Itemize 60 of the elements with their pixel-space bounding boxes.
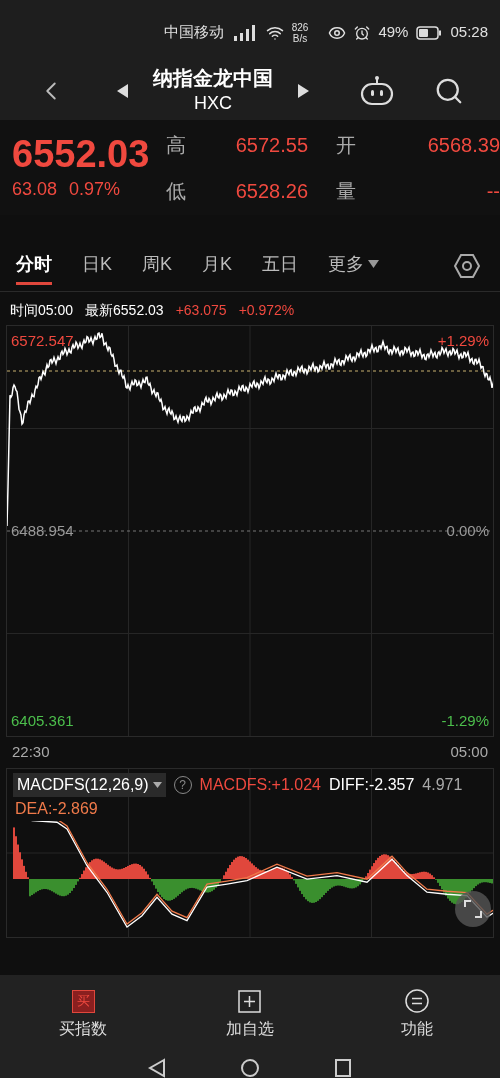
caret-icon (152, 781, 162, 788)
index-title: 纳指金龙中国 (153, 65, 273, 91)
add-icon (238, 989, 262, 1013)
stat-label: 量 (335, 178, 357, 204)
diff-value: DIFF:-2.357 (329, 774, 415, 795)
menu-icon (404, 989, 429, 1013)
axis-low-value: 6405.361 (11, 710, 74, 731)
network-speed-unit: B/s (292, 32, 308, 44)
latest-price: 最新6552.03 (85, 301, 164, 320)
chart-tab[interactable]: 分时 (16, 246, 52, 285)
stat-value: 6568.39 (426, 132, 500, 158)
previous-icon[interactable] (117, 83, 129, 98)
axis-end-time: 05:00 (450, 742, 488, 762)
carrier-name: 中国移动 (163, 22, 224, 43)
change-value: +63.075 (175, 301, 227, 320)
stat-label: 低 (165, 178, 187, 204)
alarm-icon (354, 24, 371, 41)
time-label: 时间05:00 (10, 301, 74, 320)
clock-time: 05:28 (450, 22, 488, 43)
axis-top-value: 4.971 (422, 774, 463, 795)
nav-home-icon[interactable] (240, 1058, 260, 1078)
settings-icon[interactable] (454, 252, 480, 279)
signal-icon (231, 24, 258, 41)
stat-value: 6528.26 (234, 178, 309, 204)
chart-tab[interactable]: 月K (202, 246, 233, 285)
stat-label: 开 (335, 132, 357, 158)
indicator-selector[interactable]: MACDFS(12,26,9) (13, 772, 166, 797)
axis-high-percent: +1.29% (437, 331, 489, 351)
nav-back-icon[interactable] (146, 1058, 167, 1078)
axis-start-time: 22:30 (12, 742, 50, 762)
fullscreen-icon[interactable] (455, 890, 491, 927)
current-price: 6552.03 (12, 132, 151, 176)
stat-label: 高 (165, 132, 187, 158)
robot-icon[interactable] (360, 75, 394, 106)
macdfs-value: MACDFS:+1.024 (199, 774, 321, 795)
bottom-action[interactable]: 功能 (333, 989, 500, 1041)
price-change-percent: 0.97% (69, 178, 121, 201)
buy-icon: 买 (71, 989, 95, 1013)
network-speed: 826 (291, 21, 309, 33)
chart-tab[interactable]: 五日 (262, 246, 299, 285)
axis-mid-percent: 0.00% (446, 521, 489, 541)
change-percent: +0.972% (238, 301, 295, 320)
bottom-action[interactable]: 买 买指数 (0, 989, 167, 1041)
battery-percent: 49% (378, 22, 409, 43)
axis-high-value: 6572.547 (11, 331, 74, 351)
caret-icon (368, 260, 380, 268)
bottom-action[interactable]: 加自选 (166, 989, 334, 1041)
next-icon[interactable] (297, 83, 309, 98)
nav-recent-icon[interactable] (333, 1058, 354, 1078)
chart-tab[interactable]: 更多 (328, 246, 380, 285)
price-change: 63.08 (12, 178, 58, 201)
index-code: HXC (194, 91, 232, 115)
axis-mid-value: 6488.954 (11, 521, 74, 541)
battery-icon (416, 25, 443, 40)
axis-low-percent: -1.29% (441, 710, 489, 731)
chart-tab[interactable]: 日K (82, 246, 112, 285)
stat-value: 6572.55 (234, 132, 309, 158)
dea-value: DEA:-2.869 (15, 796, 98, 821)
stat-value: -- (485, 178, 500, 204)
chart-tab[interactable]: 周K (142, 246, 173, 285)
